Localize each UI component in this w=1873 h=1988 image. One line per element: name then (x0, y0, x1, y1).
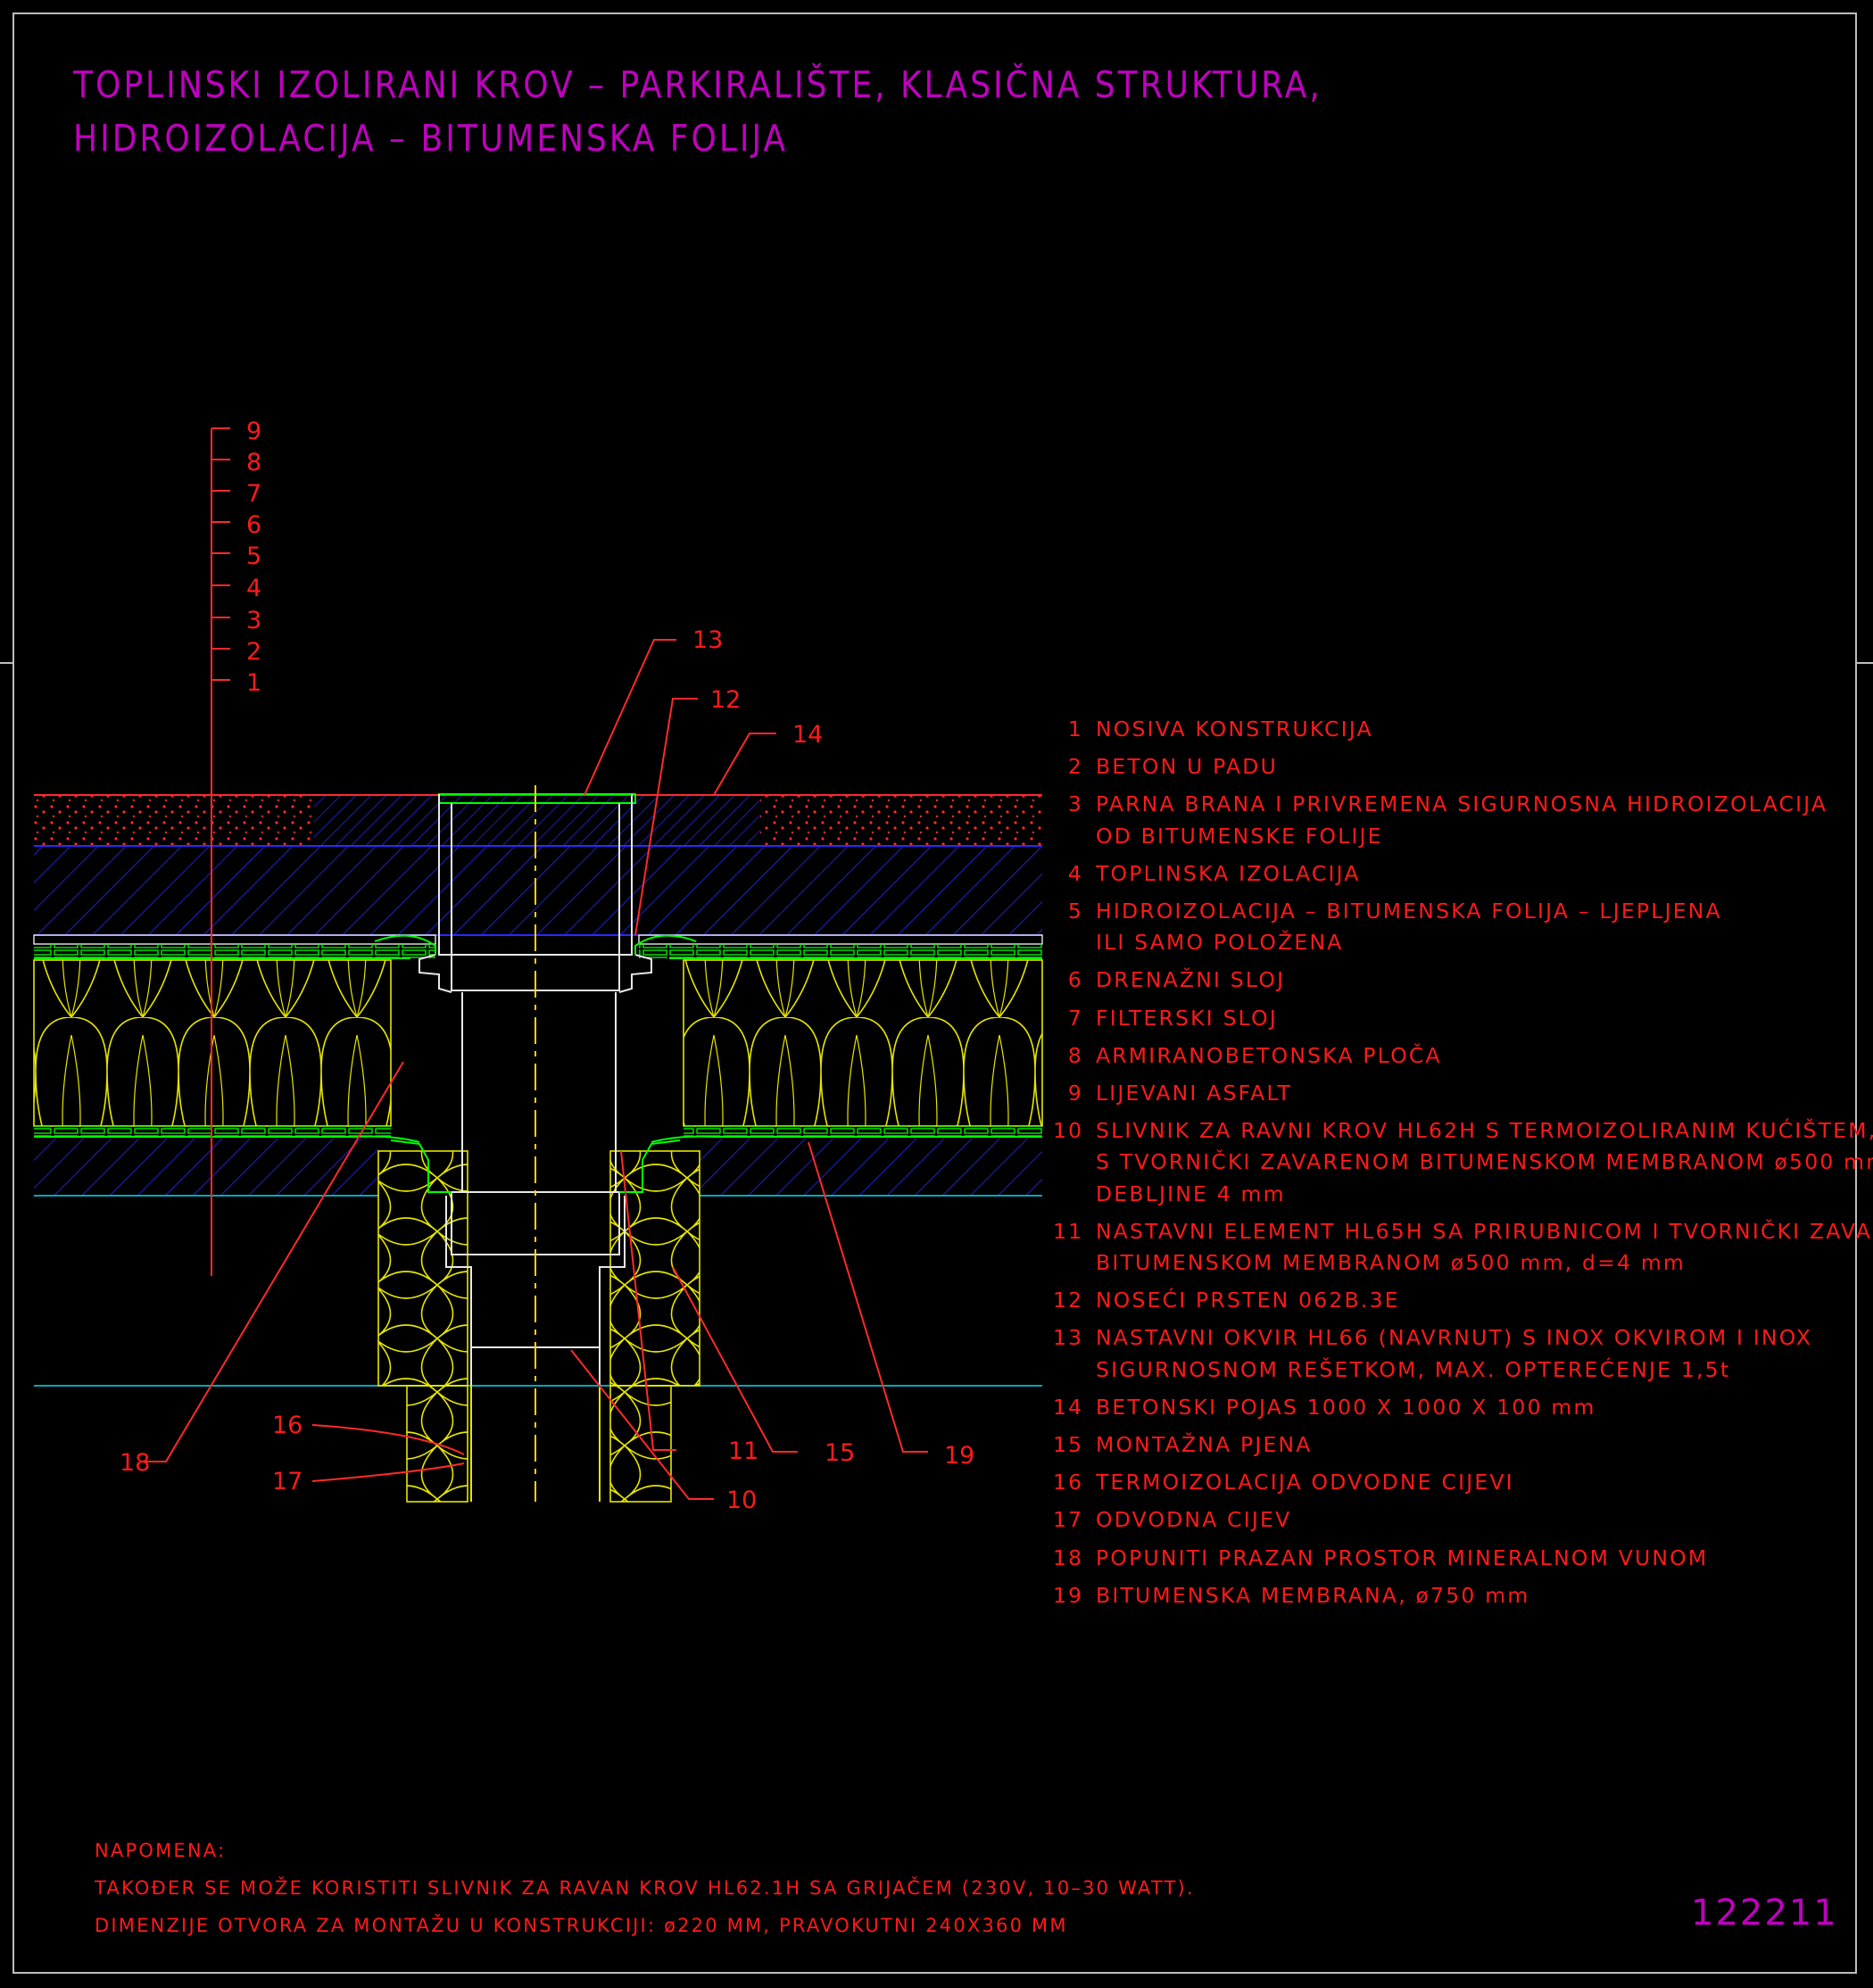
legend-text: PARNA BRANA I PRIVREMENA SIGURNOSNA HIDR… (1096, 791, 1828, 817)
legend-text: FILTERSKI SLOJ (1096, 1005, 1278, 1031)
callout-13: 13 (692, 626, 723, 654)
drain-housing-insulation (377, 1150, 700, 1503)
legend-number: 11 (1053, 1218, 1084, 1244)
scale-label-7: 7 (246, 480, 261, 508)
scale-label-4: 4 (246, 575, 261, 602)
callout-12: 12 (710, 686, 741, 714)
legend-number: 18 (1053, 1545, 1084, 1570)
layer-reinforced-concrete-slab (34, 846, 1042, 936)
layer-scale-labels: 9 8 7 6 5 4 3 2 1 (246, 418, 261, 697)
legend-number: 1 (1067, 717, 1083, 741)
legend-text: HIDROIZOLACIJA – BITUMENSKA FOLIJA – LJE… (1096, 899, 1722, 924)
legend-number: 19 (1053, 1582, 1084, 1608)
scale-label-9: 9 (246, 418, 261, 445)
legend-text: SLIVNIK ZA RAVNI KROV HL62H S TERMOIZOLI… (1096, 1118, 1873, 1144)
legend-text: ODVODNA CIJEV (1096, 1507, 1292, 1533)
callout-16: 16 (272, 1412, 302, 1439)
callout-10: 10 (726, 1487, 757, 1514)
legend-text: POPUNITI PRAZAN PROSTOR MINERALNOM VUNOM (1096, 1545, 1709, 1570)
legend-number: 8 (1067, 1042, 1083, 1068)
callout-11: 11 (728, 1437, 758, 1465)
callout-17: 17 (272, 1468, 302, 1495)
legend-text: BITUMENSKA MEMBRANA, ø750 mm (1096, 1582, 1530, 1608)
legend-number: 7 (1067, 1005, 1083, 1031)
legend-text: DEBLJINE 4 mm (1096, 1180, 1286, 1206)
legend-text: TOPLINSKA IZOLACIJA (1096, 860, 1361, 886)
legend-text: NASTAVNI ELEMENT HL65H SA PRIRUBNICOM I … (1096, 1218, 1873, 1244)
legend-number: 2 (1067, 754, 1083, 780)
legend-text: SIGURNOSNOM REŠETKOM, MAX. OPTEREĆENJE 1… (1096, 1356, 1731, 1382)
layer-thermal-insulation (33, 959, 1043, 1127)
legend-text: BETONSKI POJAS 1000 X 1000 X 100 mm (1096, 1394, 1596, 1420)
legend-text: DRENAŽNI SLOJ (1096, 967, 1286, 993)
callout-15: 15 (825, 1439, 855, 1467)
callout-19: 19 (944, 1442, 974, 1470)
layer-screed (34, 1139, 1042, 1197)
drawing-number: 122211 (1691, 1893, 1838, 1934)
scale-label-3: 3 (246, 607, 261, 634)
legend-number: 10 (1053, 1118, 1084, 1144)
legend-text: ILI SAMO POLOŽENA (1096, 930, 1344, 956)
note-line-2: DIMENZIJE OTVORA ZA MONTAŽU U KONSTRUKCI… (95, 1915, 1068, 1936)
legend-number: 4 (1067, 860, 1083, 886)
legend-number: 12 (1053, 1288, 1084, 1313)
legend-number: 3 (1067, 791, 1083, 817)
callout-18: 18 (120, 1449, 150, 1477)
roof-drain-section-drawing: 9 8 7 6 5 4 3 2 1 13 12 14 18 16 17 11 1… (33, 418, 1043, 1514)
legend-text: BETON U PADU (1096, 754, 1278, 780)
legend-text: NOSIVA KONSTRUKCIJA (1096, 717, 1373, 741)
legend-text: OD BITUMENSKE FOLIJE (1096, 823, 1383, 849)
legend-text: NOSEĆI PRSTEN 062B.3E (1096, 1288, 1400, 1313)
note-heading: NAPOMENA: (95, 1840, 227, 1861)
legend-text: ARMIRANOBETONSKA PLOČA (1096, 1042, 1442, 1068)
legend-number: 17 (1053, 1507, 1084, 1533)
legend-number: 15 (1053, 1432, 1084, 1457)
scale-label-2: 2 (246, 638, 261, 666)
legend-number: 16 (1053, 1470, 1084, 1495)
callout-14: 14 (792, 721, 823, 749)
legend-text: LIJEVANI ASFALT (1096, 1081, 1293, 1106)
legend-text: MONTAŽNA PJENA (1096, 1432, 1313, 1457)
legend-text: BITUMENSKOM MEMBRANOM ø500 mm, d=4 mm (1096, 1249, 1687, 1275)
legend-text: S TVORNIČKI ZAVARENOM BITUMENSKOM MEMBRA… (1096, 1149, 1873, 1175)
scale-label-1: 1 (246, 669, 261, 697)
legend-number: 9 (1067, 1081, 1083, 1106)
legend-number: 13 (1053, 1325, 1084, 1351)
scale-label-8: 8 (246, 449, 261, 476)
legend-number: 5 (1067, 899, 1083, 924)
legend-text: NASTAVNI OKVIR HL66 (NAVRNUT) S INOX OKV… (1096, 1325, 1813, 1351)
legend-text: TERMOIZOLACIJA ODVODNE CIJEVI (1096, 1470, 1514, 1495)
legend-number: 14 (1053, 1394, 1084, 1420)
scale-label-6: 6 (246, 511, 261, 539)
scale-label-5: 5 (246, 543, 261, 570)
note-line-1: TAKOĐER SE MOŽE KORISTITI SLIVNIK ZA RAV… (95, 1877, 1195, 1899)
legend-number: 6 (1067, 967, 1083, 993)
drawing-sheet: TOPLINSKI IZOLIRANI KROV – PARKIRALIŠTE,… (0, 0, 1873, 1988)
